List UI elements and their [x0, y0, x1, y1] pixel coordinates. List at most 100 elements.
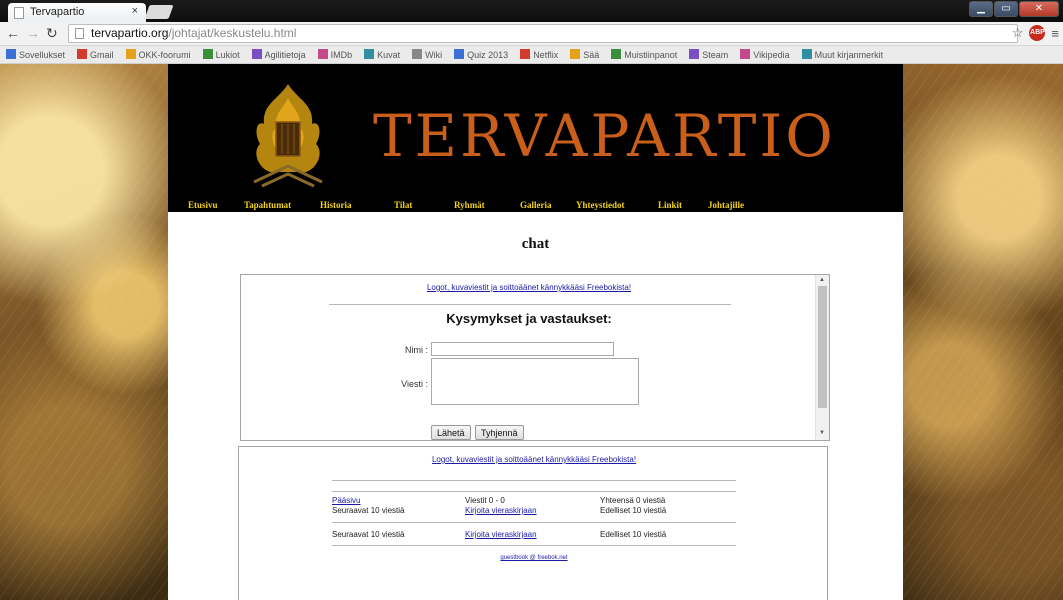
- write-guestbook-link-bottom[interactable]: Kirjoita vieraskirjaan: [465, 530, 537, 539]
- chat-form-frame: Logot, kuvaviestit ja soittoäänet kännyk…: [240, 274, 830, 441]
- bookmark-item[interactable]: Quiz 2013: [454, 49, 508, 60]
- guestbook-footer-link[interactable]: guestbook @ freebok.net: [239, 555, 829, 561]
- nav-link-tilat[interactable]: Tilat: [394, 200, 412, 210]
- next-10-label: Seuraavat 10 viestiä: [332, 506, 405, 515]
- prev-10-label: Edelliset 10 viestiä: [600, 506, 667, 515]
- bookmark-icon: [202, 49, 213, 59]
- bookmark-label: Steam: [702, 50, 729, 60]
- nav-link-tapahtumat[interactable]: Tapahtumat: [244, 200, 291, 210]
- page-title: chat: [521, 236, 550, 252]
- divider: [332, 545, 736, 546]
- name-input[interactable]: [431, 342, 614, 356]
- reload-icon[interactable]: ↻: [46, 25, 58, 42]
- url-host: tervapartio.org: [91, 26, 169, 40]
- new-tab-button[interactable]: [144, 5, 174, 19]
- total-count: Yhteensä 0 viestiä: [600, 496, 666, 505]
- write-guestbook-link[interactable]: Kirjoita vieraskirjaan: [465, 506, 537, 515]
- bookmark-label: Lukiot: [215, 50, 240, 60]
- maximize-icon[interactable]: ▭: [994, 1, 1018, 17]
- menu-icon[interactable]: ≡: [1051, 26, 1059, 41]
- site-header: TERVAPARTIO Etusivu Tapahtumat Historia …: [168, 64, 903, 212]
- bookmark-icon: [412, 49, 423, 59]
- clear-button[interactable]: Tyhjennä: [475, 425, 524, 440]
- submit-button[interactable]: Lähetä: [431, 425, 471, 440]
- bookmark-label: Vikipedia: [753, 50, 790, 60]
- message-label: Viesti :: [401, 379, 428, 389]
- address-bar[interactable]: tervapartio.org/johtajat/keskustelu.html: [68, 24, 1018, 43]
- background-photo-left: [0, 64, 168, 600]
- nav-link-ryhmat[interactable]: Ryhmät: [454, 200, 485, 210]
- bookmark-icon: [570, 49, 581, 59]
- bookmark-icon: [801, 49, 812, 59]
- main-navigation: Etusivu Tapahtumat Historia Tilat Ryhmät…: [168, 200, 771, 212]
- freebok-promo-link[interactable]: Logot, kuvaviestit ja soittoäänet kännyk…: [241, 283, 817, 292]
- bookmark-item[interactable]: Muistiinpanot: [611, 49, 677, 60]
- bookmark-label: Quiz 2013: [467, 50, 509, 60]
- bookmark-item[interactable]: Muut kirjanmerkit: [801, 49, 884, 60]
- bookmark-item[interactable]: Sää: [570, 49, 599, 60]
- nav-link-etusivu[interactable]: Etusivu: [188, 200, 218, 210]
- bookmark-item[interactable]: Kuvat: [364, 49, 400, 60]
- bookmark-label: Kuvat: [377, 50, 401, 60]
- browser-tab[interactable]: Tervapartio ×: [8, 3, 146, 22]
- divider: [329, 304, 731, 305]
- bookmark-label: OKK-foorumi: [138, 50, 191, 60]
- minimize-icon[interactable]: ▁: [969, 1, 993, 17]
- scroll-up-icon[interactable]: ▲: [819, 277, 825, 283]
- home-link[interactable]: Pääsivu: [332, 496, 360, 505]
- bookmark-item[interactable]: Wiki: [412, 49, 442, 60]
- form-title: Kysymykset ja vastaukset:: [446, 311, 612, 326]
- message-textarea[interactable]: [431, 358, 639, 405]
- bookmark-item[interactable]: Vikipedia: [740, 49, 790, 60]
- messages-range: Viestit 0 - 0: [465, 496, 505, 505]
- bookmark-star-icon[interactable]: ☆: [1012, 25, 1024, 41]
- divider: [332, 522, 736, 523]
- bookmark-label: Agilitietoja: [264, 50, 306, 60]
- bookmark-item[interactable]: Agilitietoja: [251, 49, 306, 60]
- bookmark-icon: [251, 49, 262, 59]
- bookmark-label: Sää: [583, 50, 600, 60]
- bookmark-icon: [125, 49, 136, 59]
- toolbar-extensions: ☆ ABP ≡: [1012, 25, 1059, 41]
- scrollbar-thumb[interactable]: [818, 286, 827, 408]
- nav-link-historia[interactable]: Historia: [320, 200, 352, 210]
- url-path: /johtajat/keskustelu.html: [168, 26, 297, 40]
- browser-window: Tervapartio × ▁ ▭ ✕ ← → ↻ tervapartio.or…: [0, 0, 1063, 600]
- bookmark-item[interactable]: Lukiot: [202, 49, 240, 60]
- bookmark-item[interactable]: Steam: [689, 49, 728, 60]
- nav-link-galleria[interactable]: Galleria: [520, 200, 552, 210]
- page-content: TERVAPARTIO Etusivu Tapahtumat Historia …: [168, 64, 903, 600]
- adblock-icon[interactable]: ABP: [1029, 25, 1046, 41]
- bookmark-icon: [740, 49, 751, 59]
- bookmark-item[interactable]: Sovellukset: [6, 49, 65, 60]
- bookmark-item[interactable]: Gmail: [77, 49, 114, 60]
- tab-close-icon[interactable]: ×: [132, 5, 138, 17]
- freebok-promo-link-2[interactable]: Logot, kuvaviestit ja soittoäänet kännyk…: [239, 455, 829, 464]
- title-bar: Tervapartio × ▁ ▭ ✕: [0, 0, 1063, 22]
- close-window-icon[interactable]: ✕: [1019, 1, 1059, 17]
- bookmark-item[interactable]: OKK-foorumi: [125, 49, 191, 60]
- bookmark-item[interactable]: IMDb: [317, 49, 352, 60]
- bookmark-icon: [317, 49, 328, 59]
- bookmark-item[interactable]: Netflix: [520, 49, 558, 60]
- prev-10-label-bottom: Edelliset 10 viestiä: [600, 530, 667, 539]
- browser-toolbar: ← → ↻ tervapartio.org/johtajat/keskustel…: [0, 22, 1063, 46]
- next-10-label-bottom: Seuraavat 10 viestiä: [332, 530, 405, 539]
- bonfire-logo-icon: [253, 84, 323, 188]
- bookmark-icon: [454, 49, 465, 59]
- bookmark-label: Muut kirjanmerkit: [814, 50, 884, 60]
- back-arrow-icon[interactable]: ←: [6, 25, 20, 41]
- background-photo-right: [903, 64, 1063, 600]
- nav-link-yhteystiedot[interactable]: Yhteystiedot: [576, 200, 625, 210]
- bookmark-icon: [77, 49, 88, 59]
- scroll-down-icon[interactable]: ▼: [819, 430, 825, 436]
- tab-title: Tervapartio: [30, 6, 85, 18]
- bookmarks-bar: Sovellukset Gmail OKK-foorumi Lukiot Agiliti…: [0, 46, 1063, 64]
- nav-link-johtajille[interactable]: Johtajille: [708, 200, 744, 210]
- window-controls: ▁ ▭ ✕: [968, 1, 1059, 19]
- nav-link-linkit[interactable]: Linkit: [658, 200, 682, 210]
- forward-arrow-icon[interactable]: →: [26, 25, 40, 41]
- divider: [332, 491, 736, 492]
- bookmark-label: Muistiinpanot: [624, 50, 678, 60]
- scrollbar[interactable]: ▲ ▼: [815, 275, 829, 440]
